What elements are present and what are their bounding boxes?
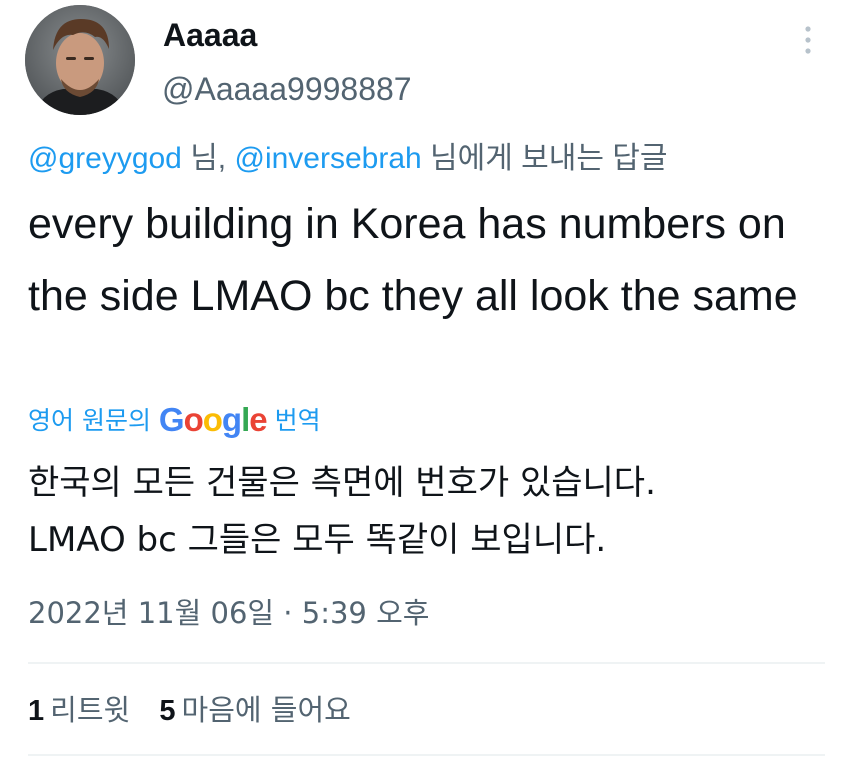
translated-text: 한국의 모든 건물은 측면에 번호가 있습니다. LMAO bc 그들은 모두 … (28, 463, 656, 560)
translate-suffix: 번역 (266, 406, 321, 435)
retweets-stat[interactable]: 1 리트윗 (28, 693, 130, 727)
google-logo: Google (158, 401, 268, 438)
tweet-timestamp[interactable]: 2022년 11월 06일 · 5:39 오후 (28, 591, 429, 635)
mention-greyygod[interactable]: @greyygod (28, 142, 182, 175)
display-name[interactable]: Aaaaa (163, 16, 257, 54)
likes-label: 마음에 들어요 (181, 693, 351, 727)
more-vertical-icon (805, 26, 811, 54)
translate-link[interactable]: 영어 원문의 Google 번역 (28, 400, 321, 441)
reply-separator: 님, (181, 142, 235, 175)
reply-suffix: 님에게 보내는 답글 (421, 142, 668, 175)
divider (28, 662, 825, 664)
more-options-button[interactable] (788, 18, 828, 62)
divider (28, 754, 825, 756)
likes-stat[interactable]: 5 마음에 들어요 (159, 693, 350, 727)
retweets-count: 1 (28, 695, 45, 727)
avatar[interactable] (25, 5, 135, 115)
translate-prefix: 영어 원문의 (28, 406, 159, 435)
tweet-text: every building in Korea has numbers on t… (28, 200, 798, 320)
tweet-stats: 1 리트윗 5 마음에 들어요 (28, 688, 371, 733)
avatar-photo (25, 5, 135, 115)
reply-context: @greyygod 님, @inversebrah 님에게 보내는 답글 (28, 139, 668, 179)
mention-inversebrah[interactable]: @inversebrah (234, 142, 421, 175)
likes-count: 5 (159, 695, 176, 727)
user-handle[interactable]: @Aaaaa9998887 (162, 70, 412, 108)
retweets-label: 리트윗 (50, 693, 131, 727)
